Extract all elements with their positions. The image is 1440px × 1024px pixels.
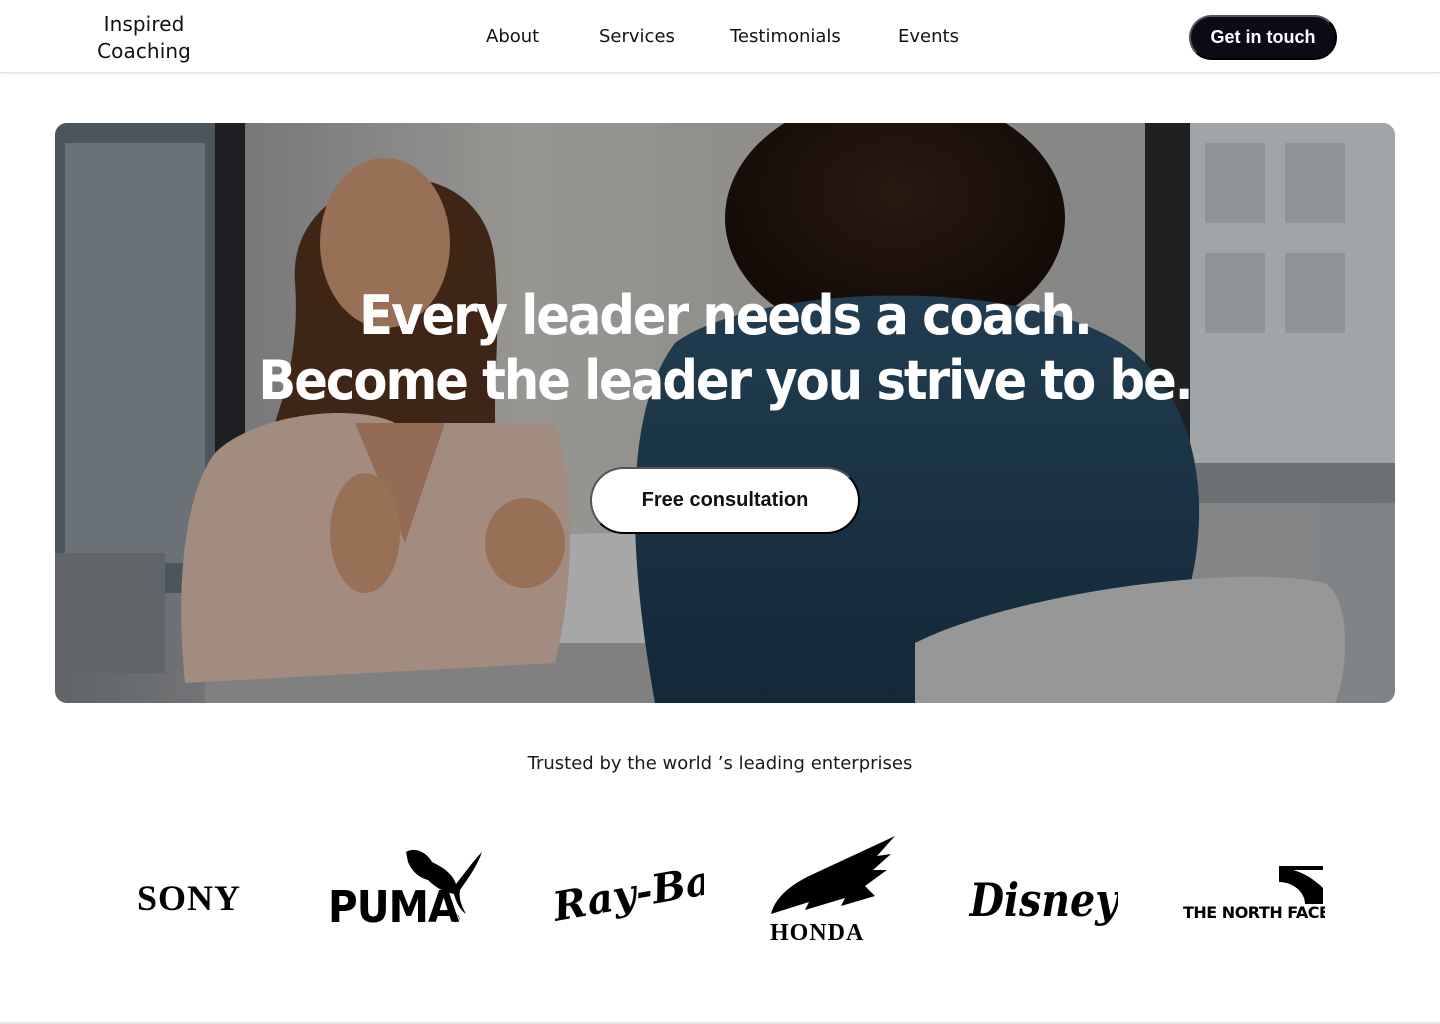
logo-strip: SONY PUMA ® Ray-Ban HONDA Disney THE NOR… xyxy=(0,830,1440,950)
ray-ban-logo: Ray-Ban xyxy=(552,852,704,932)
get-in-touch-button[interactable]: Get in touch xyxy=(1189,15,1337,60)
hero-title-line-2: Become the leader you strive to be. xyxy=(258,349,1193,412)
nav-services[interactable]: Services xyxy=(599,25,675,49)
svg-text:®: ® xyxy=(450,912,461,925)
site-header: Inspired Coaching About Services Testimo… xyxy=(0,0,1440,73)
brand-line-2: Coaching xyxy=(97,39,191,63)
nav-about[interactable]: About xyxy=(486,25,539,49)
disney-wordmark: Disney xyxy=(969,874,1118,928)
disney-logo: Disney xyxy=(968,866,1118,932)
hero-section: Every leader needs a coach. Become the l… xyxy=(55,123,1395,703)
ray-ban-wordmark: Ray-Ban xyxy=(552,852,704,931)
honda-wordmark: HONDA xyxy=(770,920,864,942)
free-consultation-button[interactable]: Free consultation xyxy=(590,467,860,534)
hero-overlay xyxy=(55,123,1395,703)
the-north-face-logo: THE NORTH FACE xyxy=(1183,866,1325,920)
hero-title: Every leader needs a coach. Become the l… xyxy=(109,283,1342,413)
the-north-face-wordmark: THE NORTH FACE xyxy=(1183,903,1325,920)
nav-events[interactable]: Events xyxy=(898,25,959,49)
honda-logo: HONDA xyxy=(769,836,903,942)
trusted-heading: Trusted by the world ’s leading enterpri… xyxy=(527,753,913,774)
brand-logo[interactable]: Inspired Coaching xyxy=(94,11,194,65)
hero-title-line-1: Every leader needs a coach. xyxy=(359,284,1093,347)
nav-testimonials[interactable]: Testimonials xyxy=(730,25,841,49)
sony-logo: SONY xyxy=(136,878,242,918)
brand-line-1: Inspired xyxy=(103,12,185,36)
puma-logo: PUMA ® xyxy=(328,844,488,928)
